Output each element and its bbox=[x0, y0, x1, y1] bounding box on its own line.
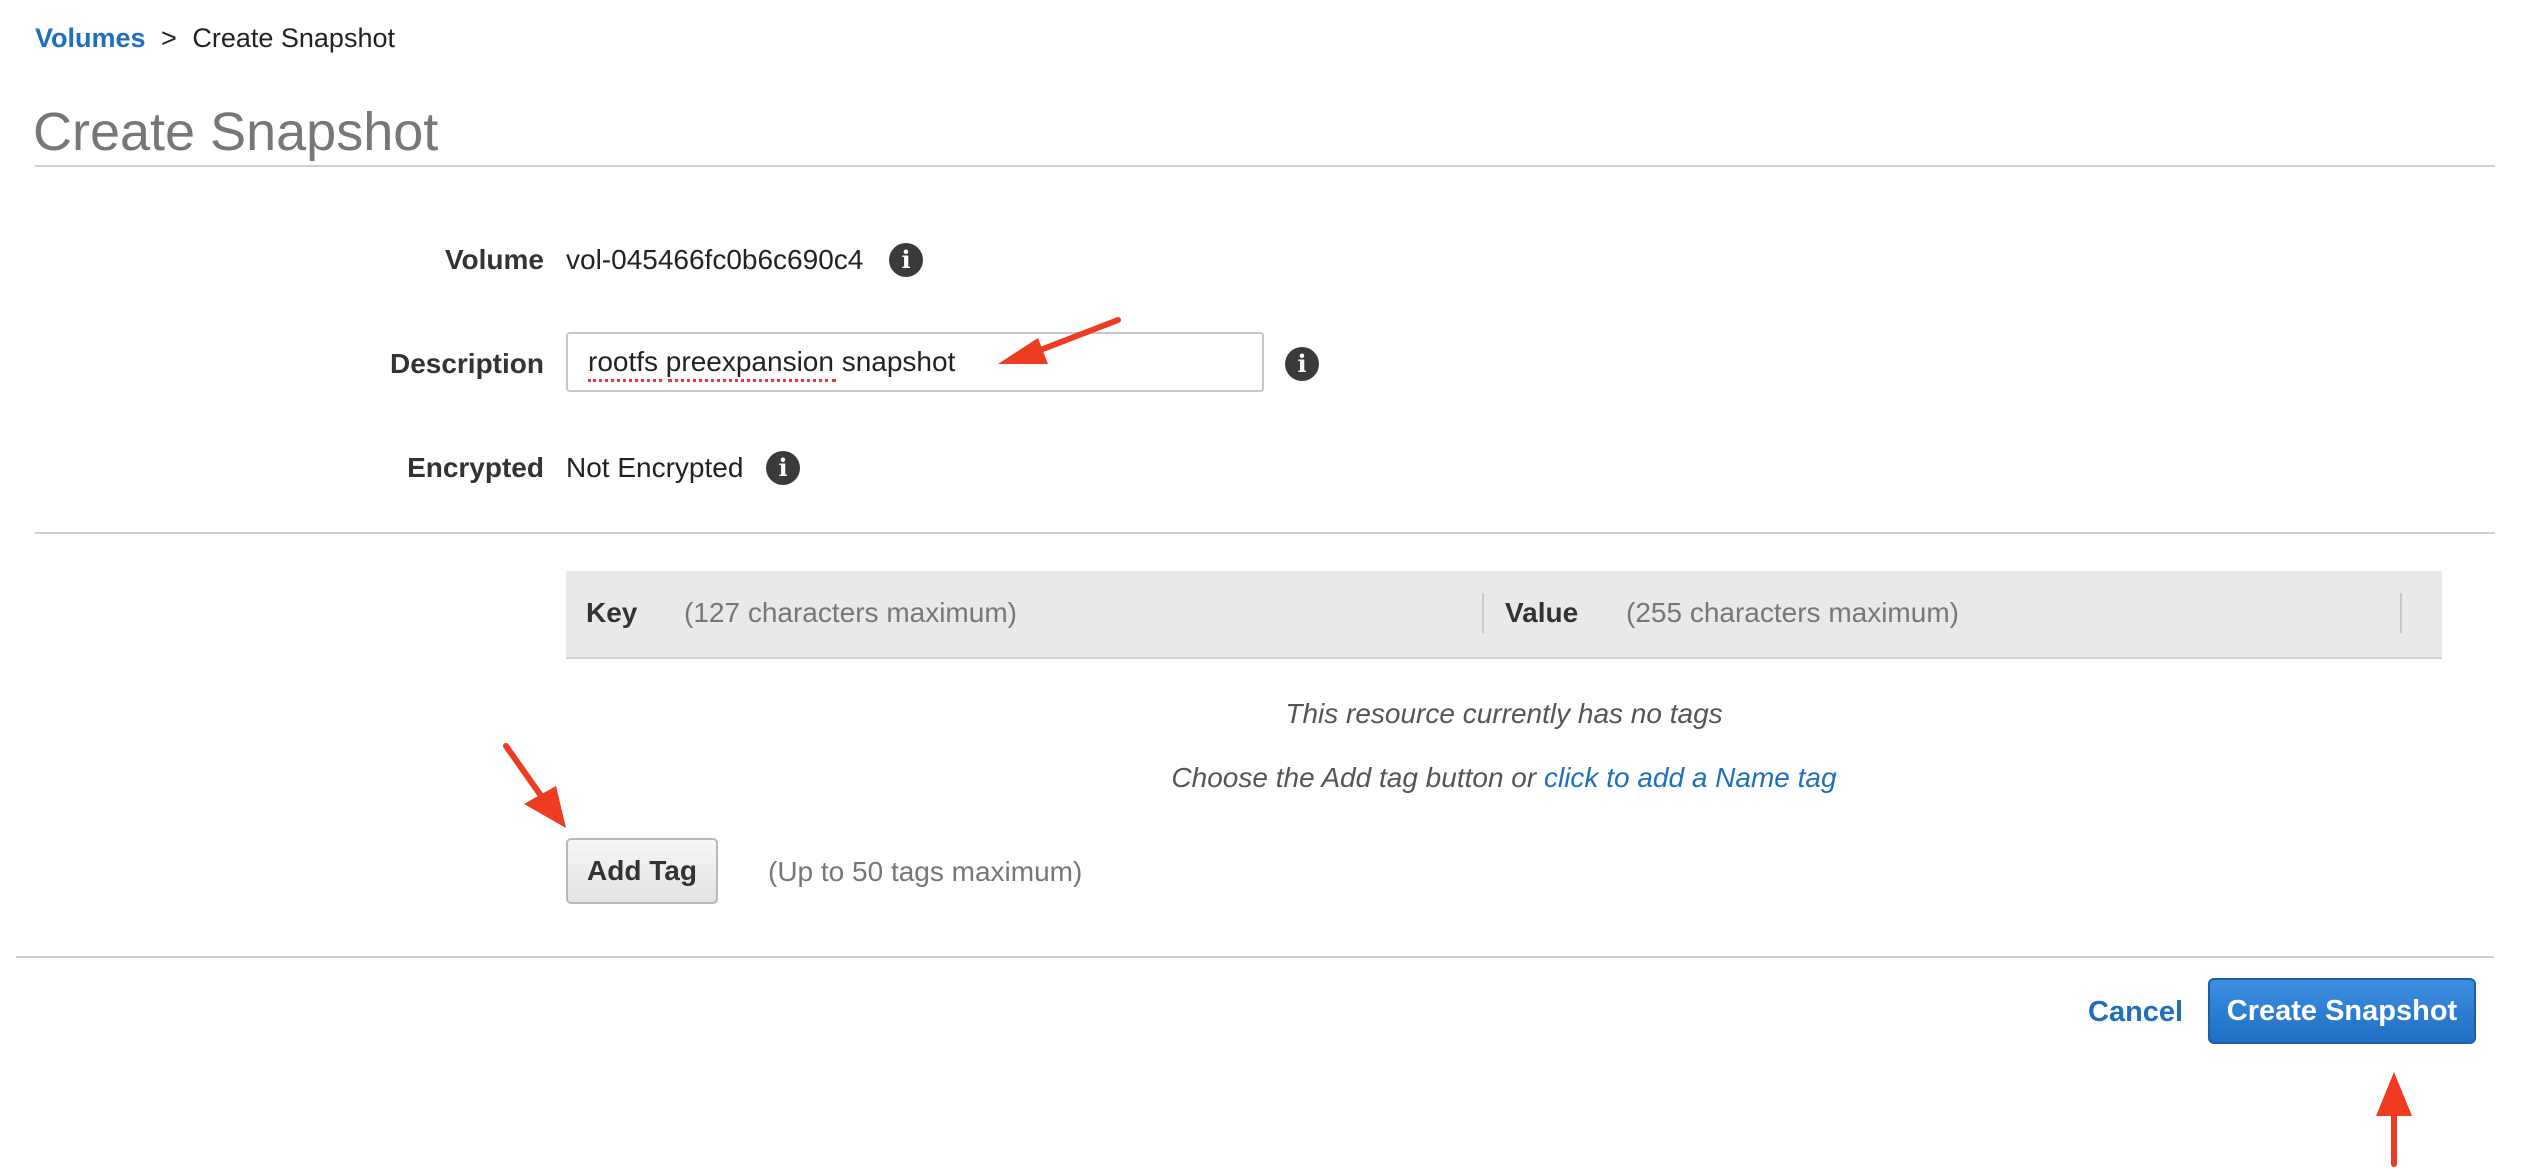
encrypted-info-icon[interactable]: i bbox=[766, 451, 800, 485]
description-label: Description bbox=[389, 348, 544, 379]
spellcheck-underline-rootfs bbox=[588, 379, 662, 382]
page-title: Create Snapshot bbox=[33, 102, 439, 162]
add-tag-hint-text: Choose the Add tag button or bbox=[1171, 762, 1537, 793]
add-tag-hint: Choose the Add tag button or click to ad… bbox=[566, 760, 2442, 796]
encrypted-label: Encrypted bbox=[407, 452, 544, 483]
add-tag-button[interactable]: Add Tag bbox=[566, 838, 718, 904]
description-arrow-icon bbox=[998, 317, 1121, 364]
tags-table-header: Key (127 characters maximum) Value (255 … bbox=[566, 571, 2442, 659]
breadcrumb-current: Create Snapshot bbox=[192, 23, 395, 53]
volume-info-icon[interactable]: i bbox=[889, 243, 923, 277]
cancel-button[interactable]: Cancel bbox=[2088, 994, 2183, 1030]
create-snapshot-page: Volumes > Create Snapshot Create Snapsho… bbox=[0, 0, 2524, 1170]
breadcrumb-separator: > bbox=[161, 23, 177, 53]
value-column-header: Value bbox=[1505, 597, 1579, 628]
title-divider bbox=[35, 165, 2495, 167]
create-snapshot-button[interactable]: Create Snapshot bbox=[2208, 978, 2476, 1044]
spellcheck-underline-preexpansion bbox=[668, 379, 836, 382]
encrypted-status: Not Encrypted bbox=[566, 452, 744, 483]
form-divider bbox=[35, 532, 2495, 534]
add-name-tag-link[interactable]: click to add a Name tag bbox=[1544, 762, 1837, 793]
breadcrumb: Volumes > Create Snapshot bbox=[35, 20, 395, 56]
volume-id: vol-045466fc0b6c690c4 bbox=[566, 244, 864, 275]
footer-divider bbox=[16, 956, 2494, 958]
description-info-icon[interactable]: i bbox=[1285, 347, 1319, 381]
create-snapshot-arrow-icon bbox=[2376, 1072, 2412, 1167]
column-divider-end bbox=[2400, 593, 2402, 633]
breadcrumb-volumes-link[interactable]: Volumes bbox=[35, 23, 146, 53]
tag-limit-note: (Up to 50 tags maximum) bbox=[768, 856, 1083, 887]
key-column-hint: (127 characters maximum) bbox=[684, 597, 1017, 628]
no-tags-message: This resource currently has no tags bbox=[1285, 698, 1723, 729]
volume-label: Volume bbox=[444, 244, 544, 275]
description-input[interactable] bbox=[566, 332, 1264, 392]
add-tag-arrow-icon bbox=[503, 743, 566, 828]
key-column-header: Key bbox=[586, 597, 638, 628]
value-column-hint: (255 characters maximum) bbox=[1626, 597, 1959, 628]
column-divider bbox=[1482, 593, 1484, 633]
